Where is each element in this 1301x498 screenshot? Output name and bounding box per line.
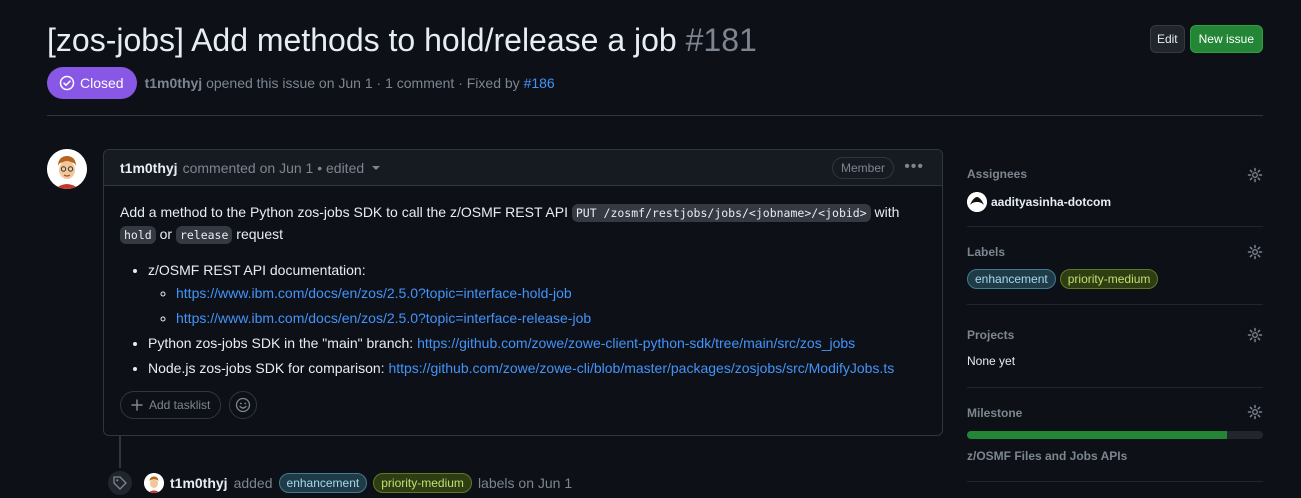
avatar[interactable] bbox=[144, 473, 164, 493]
kebab-menu-icon[interactable]: ••• bbox=[904, 158, 924, 176]
code-hold: hold bbox=[120, 226, 156, 244]
node-sdk-link[interactable]: https://github.com/zowe/zowe-cli/blob/ma… bbox=[388, 360, 894, 376]
status-label: Closed bbox=[80, 75, 124, 91]
python-sdk-link[interactable]: https://github.com/zowe/zowe-client-pyth… bbox=[417, 335, 855, 351]
event-added-text: added bbox=[233, 475, 273, 491]
comment-paragraph: Add a method to the Python zos-jobs SDK … bbox=[120, 202, 926, 246]
labels-heading: Labels bbox=[967, 245, 1006, 259]
sidebar-assignees: Assignees aadityasinha-dotcom bbox=[967, 149, 1263, 227]
check-circle-icon bbox=[59, 75, 75, 91]
comment-timestamp[interactable]: commented on Jun 1 • edited bbox=[183, 160, 365, 176]
list-item: z/OSMF REST API documentation: https://w… bbox=[148, 260, 926, 329]
node-sdk-label: Node.js zos-jobs SDK for comparison: bbox=[148, 360, 385, 376]
doc-link-hold[interactable]: https://www.ibm.com/docs/en/zos/2.5.0?to… bbox=[176, 285, 572, 301]
list-item: https://www.ibm.com/docs/en/zos/2.5.0?to… bbox=[176, 283, 926, 304]
issue-title-text: [zos-jobs] Add methods to hold/release a… bbox=[47, 22, 677, 58]
label-enhancement[interactable]: enhancement bbox=[278, 473, 368, 493]
python-sdk-label: Python zos-jobs SDK in the "main" branch… bbox=[148, 335, 414, 351]
bullet-list: z/OSMF REST API documentation: https://w… bbox=[120, 260, 926, 379]
code-path: PUT /zosmf/restjobs/jobs/<jobname>/<jobi… bbox=[571, 204, 871, 222]
tag-icon bbox=[106, 469, 134, 497]
doc-label: z/OSMF REST API documentation: bbox=[148, 262, 366, 278]
author-avatar-image bbox=[144, 473, 164, 493]
gear-icon[interactable] bbox=[1247, 327, 1263, 343]
new-issue-button[interactable]: New issue bbox=[1189, 25, 1263, 53]
comment-author[interactable]: t1m0thyj bbox=[120, 160, 178, 176]
comment-actions: Add tasklist bbox=[120, 391, 258, 419]
issue-number: #181 bbox=[685, 22, 757, 58]
assignee[interactable]: aadityasinha-dotcom bbox=[967, 192, 1111, 212]
milestone-progress-bar bbox=[967, 431, 1263, 439]
sidebar-labels: Labels enhancement priority-medium bbox=[967, 227, 1263, 305]
issue-comment: t1m0thyj commented on Jun 1 • edited Mem… bbox=[103, 149, 943, 436]
sidebar-projects: Projects None yet bbox=[967, 305, 1263, 388]
body-text-2: with bbox=[874, 204, 900, 220]
issue-meta-text: t1m0thyj opened this issue on Jun 1 · 1 … bbox=[145, 75, 555, 91]
body-text-1: Add a method to the Python zos-jobs SDK … bbox=[120, 204, 568, 220]
projects-heading: Projects bbox=[967, 328, 1015, 342]
member-badge: Member bbox=[831, 157, 894, 179]
code-release: release bbox=[175, 226, 233, 244]
doc-link-release[interactable]: https://www.ibm.com/docs/en/zos/2.5.0?to… bbox=[176, 310, 591, 326]
list-item: Python zos-jobs SDK in the "main" branch… bbox=[148, 333, 926, 354]
author-avatar-image bbox=[47, 149, 87, 189]
issue-header: [zos-jobs] Add methods to hold/release a… bbox=[47, 18, 1263, 62]
assignee-name: aadityasinha-dotcom bbox=[991, 195, 1112, 209]
sidebar-milestone: Milestone z/OSMF Files and Jobs APIs bbox=[967, 388, 1263, 482]
milestone-name[interactable]: z/OSMF Files and Jobs APIs bbox=[967, 449, 1127, 463]
edit-button[interactable]: Edit bbox=[1149, 25, 1185, 53]
list-item: Node.js zos-jobs SDK for comparison: htt… bbox=[148, 358, 926, 379]
comment-body: Add a method to the Python zos-jobs SDK … bbox=[104, 186, 942, 379]
timeline-line bbox=[119, 436, 121, 468]
event-suffix-text: labels on Jun 1 bbox=[477, 475, 573, 491]
label-priority-medium[interactable]: priority-medium bbox=[1059, 269, 1159, 289]
avatar[interactable] bbox=[47, 149, 87, 189]
milestone-heading: Milestone bbox=[967, 406, 1023, 420]
chevron-down-icon[interactable] bbox=[372, 165, 381, 170]
header-actions: Edit New issue bbox=[1149, 25, 1263, 53]
timeline-label-event: t1m0thyj added enhancement priority-medi… bbox=[106, 469, 572, 497]
issue-meta: Closed t1m0thyj opened this issue on Jun… bbox=[47, 67, 555, 99]
body-text-3: request bbox=[236, 226, 283, 242]
issue-title: [zos-jobs] Add methods to hold/release a… bbox=[47, 18, 1263, 62]
milestone-progress-fill bbox=[967, 431, 1228, 439]
add-tasklist-button[interactable]: Add tasklist bbox=[120, 391, 222, 419]
issue-author-link[interactable]: t1m0thyj bbox=[145, 75, 203, 91]
smiley-icon bbox=[236, 397, 251, 413]
label-priority-medium[interactable]: priority-medium bbox=[373, 473, 472, 493]
comment-header: t1m0thyj commented on Jun 1 • edited Mem… bbox=[104, 150, 942, 186]
gear-icon[interactable] bbox=[1247, 244, 1263, 260]
assignees-heading: Assignees bbox=[967, 167, 1028, 181]
list-item: https://www.ibm.com/docs/en/zos/2.5.0?to… bbox=[176, 308, 926, 329]
projects-value: None yet bbox=[967, 354, 1016, 368]
gear-icon[interactable] bbox=[1247, 167, 1263, 183]
add-reaction-button[interactable] bbox=[229, 391, 258, 419]
add-tasklist-label: Add tasklist bbox=[149, 398, 211, 412]
gear-icon[interactable] bbox=[1247, 404, 1263, 420]
body-text-or: or bbox=[159, 226, 173, 242]
fixed-by-link[interactable]: #186 bbox=[524, 75, 555, 91]
labels-list: enhancement priority-medium bbox=[967, 269, 1159, 289]
plus-icon bbox=[131, 399, 143, 411]
opened-text: opened this issue on Jun 1 · 1 comment ·… bbox=[206, 75, 520, 91]
nested-list: https://www.ibm.com/docs/en/zos/2.5.0?to… bbox=[148, 283, 926, 329]
sidebar: Assignees aadityasinha-dotcom Labels enh… bbox=[967, 149, 1263, 482]
event-author[interactable]: t1m0thyj bbox=[170, 475, 228, 491]
header-divider bbox=[47, 115, 1263, 116]
label-enhancement[interactable]: enhancement bbox=[967, 269, 1056, 289]
assignee-avatar-image bbox=[967, 192, 987, 212]
avatar bbox=[967, 192, 987, 212]
status-badge: Closed bbox=[47, 67, 137, 99]
